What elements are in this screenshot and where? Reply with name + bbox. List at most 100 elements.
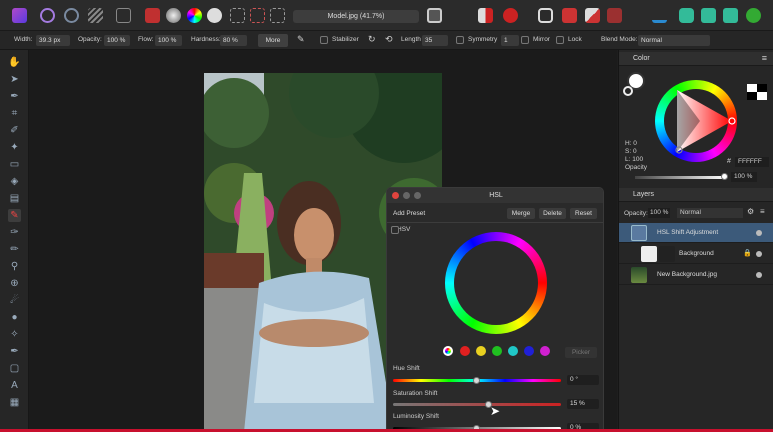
- flood-fill-tool-icon[interactable]: ◈: [8, 175, 21, 188]
- boolean-intersect-icon[interactable]: [607, 8, 622, 23]
- flow-field[interactable]: 100 %: [155, 35, 182, 46]
- gradient-tool-icon[interactable]: ▤: [8, 192, 21, 205]
- master-swatch[interactable]: [443, 346, 453, 356]
- layer-opacity-field[interactable]: 100 %: [648, 208, 670, 218]
- picker-button[interactable]: Picker: [565, 347, 597, 358]
- lock-icon[interactable]: 🔒: [743, 244, 752, 264]
- app-logo-icon[interactable]: [12, 8, 27, 23]
- red-swatch[interactable]: [460, 346, 470, 356]
- selection-mode-icon[interactable]: [250, 8, 265, 23]
- boolean-add-icon[interactable]: [562, 8, 577, 23]
- opacity-slider-knob[interactable]: [721, 173, 728, 180]
- more-button[interactable]: More: [258, 34, 288, 47]
- user-profile-icon[interactable]: [746, 8, 761, 23]
- visibility-toggle[interactable]: [756, 251, 762, 257]
- layer-menu-icon[interactable]: ≡: [760, 207, 765, 216]
- crop-tool-icon[interactable]: ⌗: [8, 107, 21, 120]
- rope-mode-icon[interactable]: ↻: [368, 34, 376, 45]
- layer-row-new-background[interactable]: New Background.jpg: [619, 265, 773, 285]
- align-icon[interactable]: [652, 8, 667, 23]
- rectangle-tool-icon[interactable]: ▢: [8, 362, 21, 375]
- layers-panel-tab[interactable]: Layers: [619, 188, 773, 202]
- auto-white-balance-icon[interactable]: [207, 8, 222, 23]
- color-panel-tab[interactable]: Color: [619, 52, 773, 66]
- paint-brush-tool-icon[interactable]: ✎: [8, 209, 21, 222]
- pen-tool-icon[interactable]: ✒: [8, 345, 21, 358]
- minimize-icon[interactable]: [403, 192, 410, 199]
- layer-row-background[interactable]: Background 🔒: [619, 244, 773, 264]
- add-preset-button[interactable]: Add Preset: [393, 208, 433, 219]
- clone-brush-tool-icon[interactable]: ⚲: [8, 260, 21, 273]
- width-field[interactable]: 39.3 px: [36, 35, 70, 46]
- stabilizer-checkbox[interactable]: [320, 36, 328, 44]
- hardness-field[interactable]: 80 %: [220, 35, 247, 46]
- magenta-swatch[interactable]: [540, 346, 550, 356]
- marquee-tool-icon[interactable]: ▭: [8, 158, 21, 171]
- symmetry-checkbox[interactable]: [456, 36, 464, 44]
- quick-mask-icon[interactable]: [427, 8, 442, 23]
- delete-button[interactable]: Delete: [539, 208, 566, 219]
- blend-mode-select[interactable]: Normal: [638, 35, 710, 46]
- hand-tool-icon[interactable]: ✋: [8, 56, 21, 69]
- text-tool-icon[interactable]: A: [8, 379, 21, 392]
- close-icon[interactable]: [392, 192, 399, 199]
- symmetry-field[interactable]: 1: [501, 35, 519, 46]
- tone-map-icon[interactable]: [145, 8, 160, 23]
- no-fill-swatch[interactable]: [747, 84, 767, 100]
- persona-liquify-icon[interactable]: [64, 8, 79, 23]
- boolean-subtract-icon[interactable]: [585, 8, 600, 23]
- opacity-field[interactable]: 100 %: [104, 35, 130, 46]
- blemish-tool-icon[interactable]: ⊕: [8, 277, 21, 290]
- assistant-icon[interactable]: [538, 8, 553, 23]
- stroke-color-well[interactable]: [623, 86, 633, 96]
- layer-settings-icon[interactable]: ⚙: [747, 207, 754, 216]
- color-wheel[interactable]: [655, 80, 737, 162]
- move-tool-icon[interactable]: ➤: [8, 73, 21, 86]
- color-triangle[interactable]: [655, 80, 737, 162]
- hue-shift-field[interactable]: 0 °: [567, 375, 599, 385]
- lock-checkbox[interactable]: [556, 36, 564, 44]
- layer-row-hsl[interactable]: HSL Shift Adjustment: [619, 223, 773, 243]
- layer-blend-select[interactable]: Normal: [677, 208, 743, 218]
- erase-brush-tool-icon[interactable]: ✑: [8, 226, 21, 239]
- eyedropper-icon[interactable]: #: [727, 158, 731, 165]
- dodge-brush-tool-icon[interactable]: ✏: [8, 243, 21, 256]
- opacity-slider[interactable]: [635, 176, 725, 179]
- blur-brush-tool-icon[interactable]: ●: [8, 311, 21, 324]
- hex-field[interactable]: FFFFFF: [735, 157, 769, 167]
- visibility-toggle[interactable]: [756, 230, 762, 236]
- auto-color-icon[interactable]: [187, 8, 202, 23]
- color-picker-tool-icon[interactable]: ✒: [8, 90, 21, 103]
- yellow-swatch[interactable]: [476, 346, 486, 356]
- flood-select-tool-icon[interactable]: ✦: [8, 141, 21, 154]
- reset-button[interactable]: Reset: [570, 208, 597, 219]
- merge-button[interactable]: Merge: [507, 208, 535, 219]
- studio-brushes-icon[interactable]: [723, 8, 738, 23]
- visibility-toggle[interactable]: [756, 272, 762, 278]
- marquee-icon[interactable]: [230, 8, 245, 23]
- studio-color-icon[interactable]: [679, 8, 694, 23]
- hue-shift-slider-knob[interactable]: [473, 377, 480, 384]
- window-mode-icon[interactable]: ⟲: [385, 34, 393, 45]
- mirror-checkbox[interactable]: [521, 36, 529, 44]
- hsv-checkbox[interactable]: [391, 226, 399, 234]
- panel-menu-icon[interactable]: ≡: [762, 53, 767, 63]
- blue-swatch[interactable]: [524, 346, 534, 356]
- persona-export-icon[interactable]: [116, 8, 131, 23]
- sharpen-brush-tool-icon[interactable]: ✧: [8, 328, 21, 341]
- mesh-warp-tool-icon[interactable]: ▦: [8, 396, 21, 409]
- clip-icon[interactable]: [478, 8, 493, 23]
- hue-wheel[interactable]: [445, 232, 547, 334]
- green-swatch[interactable]: [492, 346, 502, 356]
- selection-brush-tool-icon[interactable]: ✐: [8, 124, 21, 137]
- zoom-icon[interactable]: [414, 192, 421, 199]
- opacity-field[interactable]: 100 %: [731, 172, 757, 182]
- cyan-swatch[interactable]: [508, 346, 518, 356]
- saturation-shift-track[interactable]: [393, 403, 561, 406]
- saturation-shift-field[interactable]: 15 %: [567, 399, 599, 409]
- length-field[interactable]: 35: [422, 35, 448, 46]
- auto-levels-icon[interactable]: [166, 8, 181, 23]
- studio-swatches-icon[interactable]: [701, 8, 716, 23]
- persona-develop-icon[interactable]: [88, 8, 103, 23]
- selection-invert-icon[interactable]: [270, 8, 285, 23]
